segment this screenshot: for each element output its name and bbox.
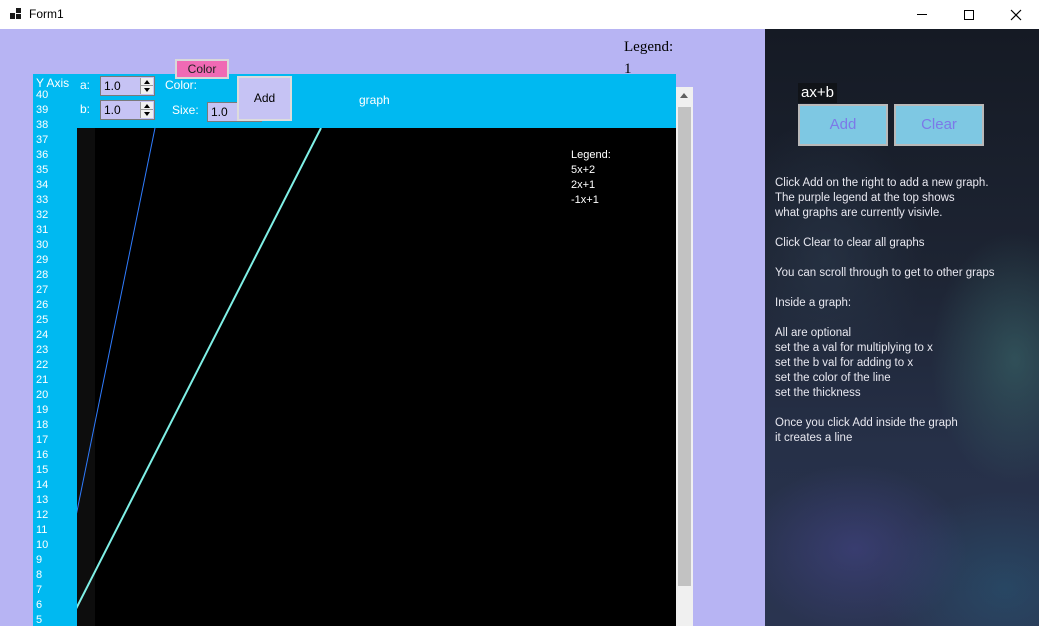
color-label: Color:	[165, 78, 198, 92]
y-axis-tick: 27	[36, 284, 49, 296]
right-panel: ax+b Add Clear Click Add on the right to…	[765, 29, 1039, 626]
y-axis: Y Axis 40 39 38 37 36 35 34 33 32 31 30 29 28 27 26 25 2…	[33, 74, 77, 626]
expression-label: ax+b	[798, 83, 837, 103]
graph-add-button[interactable]: Add	[237, 76, 292, 121]
a-input[interactable]: 1.0	[100, 76, 155, 96]
maximize-button[interactable]	[946, 0, 992, 29]
y-axis-tick: 40	[36, 89, 49, 101]
minimize-button[interactable]	[899, 0, 945, 29]
y-axis-tick: 16	[36, 449, 49, 461]
vertical-scrollbar[interactable]	[676, 87, 693, 626]
add-graph-button[interactable]: Add	[798, 104, 888, 146]
y-axis-tick: 30	[36, 239, 49, 251]
y-axis-tick: 12	[36, 509, 49, 521]
y-axis-tick: 38	[36, 119, 49, 131]
graph-legend-item: 5x+2	[571, 164, 596, 176]
help-line: set the b val for adding to x	[775, 357, 914, 369]
y-axis-tick: 5	[36, 614, 43, 626]
close-icon	[1010, 9, 1022, 20]
y-axis-tick: 36	[36, 149, 49, 161]
a-label: a:	[80, 78, 91, 92]
legend-title: Legend:	[624, 39, 674, 55]
color-button[interactable]: Color	[175, 59, 229, 79]
scrollbar-thumb[interactable]	[678, 107, 691, 586]
graph-legend-item: -1x+1	[571, 194, 599, 206]
help-line: All are optional	[775, 327, 852, 339]
graph-title: graph	[359, 93, 390, 107]
graph-panel: Y Axis 40 39 38 37 36 35 34 33 32 31 30 29 28 27 26 25 2…	[33, 74, 676, 626]
title-bar: Form1	[0, 0, 1039, 29]
y-axis-tick: 17	[36, 434, 49, 446]
graph-legend-item: 2x+1	[571, 179, 596, 191]
y-axis-tick: 13	[36, 494, 49, 506]
help-line: Inside a graph:	[775, 297, 852, 309]
help-line: set the a val for multiplying to x	[775, 342, 933, 354]
y-axis-tick: 28	[36, 269, 49, 281]
help-line: it creates a line	[775, 432, 853, 444]
y-axis-tick: 21	[36, 374, 49, 386]
y-axis-tick: 29	[36, 254, 49, 266]
y-axis-tick: 6	[36, 599, 43, 611]
b-input[interactable]: 1.0	[100, 100, 155, 120]
y-axis-tick: 11	[36, 524, 48, 536]
y-axis-tick: 9	[36, 554, 43, 566]
help-line: The purple legend at the top shows	[775, 192, 955, 204]
b-value: 1.0	[104, 103, 121, 117]
y-axis-tick: 19	[36, 404, 49, 416]
b-spinner[interactable]	[140, 102, 153, 118]
maximize-icon	[964, 9, 974, 20]
chevron-up-icon	[144, 104, 150, 108]
graph-legend-title: Legend:	[571, 149, 611, 161]
graph-legend: Legend: 5x+2 2x+1 -1x+1	[571, 148, 611, 208]
y-axis-tick: 25	[36, 314, 49, 326]
help-line: Click Add on the right to add a new grap…	[775, 177, 989, 189]
y-axis-tick: 23	[36, 344, 49, 356]
y-axis-tick: 15	[36, 464, 49, 476]
graphs-container: Legend: 1 Y Axis 40 39 38 37 36 35 34 33 32 31 30 2…	[0, 29, 765, 626]
chevron-down-icon	[144, 112, 150, 116]
y-axis-tick: 18	[36, 419, 49, 431]
y-axis-tick: 34	[36, 179, 49, 191]
y-axis-tick: 24	[36, 329, 49, 341]
y-axis-tick: 26	[36, 299, 49, 311]
size-value: 1.0	[211, 105, 228, 119]
y-axis-tick: 10	[36, 539, 49, 551]
help-line: Once you click Add inside the graph	[775, 417, 958, 429]
y-axis-tick: 33	[36, 194, 49, 206]
help-line: Click Clear to clear all graphs	[775, 237, 925, 249]
help-line: set the thickness	[775, 387, 861, 399]
y-axis-tick: 20	[36, 389, 49, 401]
scroll-up-icon[interactable]	[680, 93, 688, 98]
clear-graphs-button[interactable]: Clear	[894, 104, 984, 146]
chevron-up-icon	[144, 80, 150, 84]
y-axis-tick: 22	[36, 359, 49, 371]
size-label: Sixe:	[172, 103, 199, 117]
close-button[interactable]	[993, 0, 1039, 29]
y-axis-tick: 14	[36, 479, 49, 491]
b-label: b:	[80, 102, 91, 116]
help-line: what graphs are currently visivle.	[775, 207, 943, 219]
chevron-down-icon	[144, 88, 150, 92]
y-axis-title: Y Axis	[36, 76, 70, 90]
a-value: 1.0	[104, 79, 121, 93]
y-axis-tick: 32	[36, 209, 49, 221]
y-axis-tick: 35	[36, 164, 49, 176]
a-spinner[interactable]	[140, 78, 153, 94]
y-axis-tick: 8	[36, 569, 43, 581]
y-axis-tick: 7	[36, 584, 43, 596]
help-line: set the color of the line	[775, 372, 891, 384]
help-line: You can scroll through to get to other g…	[775, 267, 995, 279]
y-axis-tick: 37	[36, 134, 49, 146]
window-title: Form1	[29, 7, 64, 21]
app-icon	[10, 8, 22, 20]
y-axis-tick: 31	[36, 224, 49, 236]
minimize-icon	[917, 14, 927, 15]
y-axis-tick: 39	[36, 104, 49, 116]
